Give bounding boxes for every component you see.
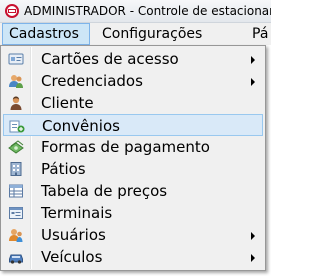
menu-item-credenciados[interactable]: Credenciados — [3, 70, 263, 92]
app-window: ADMINISTRADOR - Controle de estacionamen… — [0, 0, 271, 276]
menu-item-label: Usuários — [41, 226, 106, 244]
app-logo-icon — [5, 4, 19, 18]
agreement-icon — [9, 120, 25, 133]
menu-item-label: Terminais — [41, 204, 113, 222]
submenu-arrow-icon — [251, 254, 255, 262]
terminal-icon — [9, 207, 23, 219]
menu-item-terminais[interactable]: Terminais — [3, 202, 263, 224]
money-icon — [8, 140, 24, 154]
menu-bar: Cadastros Configurações Pá — [0, 23, 271, 45]
menu-item-label: Credenciados — [41, 72, 143, 90]
menu-item-label: Tabela de preços — [41, 182, 168, 200]
person-icon — [10, 96, 22, 110]
submenu-arrow-icon — [251, 232, 255, 240]
menu-item-patios[interactable]: Pátios — [3, 158, 263, 180]
cadastros-dropdown: Cartões de acesso Credenciados Cliente C… — [0, 45, 266, 271]
building-icon — [10, 162, 22, 176]
menu-item-label: Convênios — [42, 117, 120, 135]
car-icon — [9, 254, 23, 264]
menu-item-label: Formas de pagamento — [41, 138, 210, 156]
menu-item-cartoes-de-acesso[interactable]: Cartões de acesso — [3, 48, 263, 70]
menu-item-label: Veículos — [41, 248, 103, 266]
menu-item-label: Cartões de acesso — [41, 50, 179, 68]
title-bar: ADMINISTRADOR - Controle de estacionamen… — [0, 0, 271, 23]
window-title: ADMINISTRADOR - Controle de estacionamen… — [24, 4, 271, 18]
menu-item-tabela-de-precos[interactable]: Tabela de preços — [3, 180, 263, 202]
menu-item-usuarios[interactable]: Usuários — [3, 224, 263, 246]
menu-item-cliente[interactable]: Cliente — [3, 92, 263, 114]
users-icon — [9, 75, 23, 88]
menu-item-label: Pátios — [41, 160, 86, 178]
menu-configuracoes[interactable]: Configurações — [96, 23, 246, 45]
menu-cadastros[interactable]: Cadastros — [2, 23, 90, 45]
menu-item-convenios[interactable]: Convênios — [3, 114, 263, 136]
menu-item-veiculos[interactable]: Veículos — [3, 246, 263, 268]
card-icon — [8, 53, 24, 65]
menu-patios[interactable]: Pá — [246, 23, 271, 45]
submenu-arrow-icon — [251, 78, 255, 86]
menu-item-label: Cliente — [41, 94, 94, 112]
submenu-arrow-icon — [251, 56, 255, 64]
user-group-icon — [9, 229, 23, 242]
table-icon — [9, 184, 23, 198]
menu-item-formas-de-pagamento[interactable]: Formas de pagamento — [3, 136, 263, 158]
